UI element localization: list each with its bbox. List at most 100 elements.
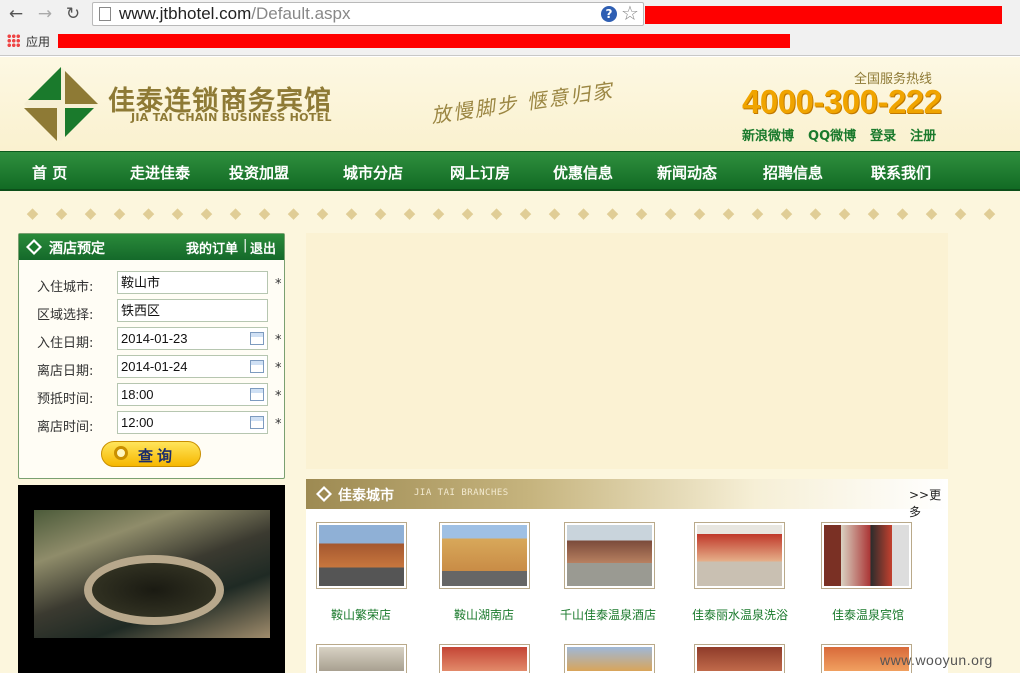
address-bar[interactable]: www.jtbhotel.com/Default.aspx	[92, 2, 644, 26]
main-nav: 首 页 走进佳泰 投资加盟 城市分店 网上订房 优惠信息 新闻动态 招聘信息 联…	[0, 151, 1020, 191]
departure-time-field[interactable]: 12:00	[117, 411, 268, 434]
login-link[interactable]: 登录	[870, 129, 896, 144]
checkin-date-field[interactable]: 2014-01-23	[117, 327, 268, 350]
branch-photo[interactable]	[439, 522, 530, 589]
band-diamond-icon: ◆	[751, 204, 764, 221]
field-label: 离店时间:	[37, 420, 94, 435]
my-orders-link[interactable]: 我的订单	[186, 238, 238, 257]
help-icon[interactable]: ?	[601, 6, 617, 22]
nav-item-jobs[interactable]: 招聘信息	[763, 162, 823, 183]
calendar-icon[interactable]	[250, 360, 264, 373]
field-value: 2014-01-24	[121, 359, 188, 374]
branch-photo[interactable]	[316, 644, 407, 673]
band-diamond-icon: ◆	[925, 204, 938, 221]
video-player[interactable]	[18, 485, 285, 673]
band-diamond-icon: ◆	[142, 204, 155, 221]
url-path: /Default.aspx	[251, 4, 351, 23]
nav-item-news[interactable]: 新闻动态	[657, 162, 717, 183]
redacted-bookmarks	[58, 34, 790, 48]
band-diamond-icon: ◆	[84, 204, 97, 221]
field-label: 入住日期:	[37, 336, 94, 351]
branch-card[interactable]: 佳泰温泉宾馆	[821, 522, 931, 623]
band-diamond-icon: ◆	[113, 204, 126, 221]
checkout-date-field[interactable]: 2014-01-24	[117, 355, 268, 378]
branch-name[interactable]: 鞍山繁荣店	[316, 606, 426, 623]
nav-item-branches[interactable]: 城市分店	[343, 162, 403, 183]
branches-section: 佳泰城市 JIA TAI BRANCHES >>更多 鞍山繁荣店 鞍山湖南店 千…	[306, 479, 948, 673]
url-host: www.jtbhotel.com	[119, 4, 252, 23]
band-diamond-icon: ◆	[229, 204, 242, 221]
form-row-district: 区域选择: 铁西区	[37, 299, 282, 323]
video-frame	[34, 510, 270, 638]
branch-name[interactable]: 佳泰丽水温泉洗浴	[692, 606, 804, 623]
logout-link[interactable]: 退出	[250, 238, 276, 257]
weibo-link[interactable]: 新浪微博	[742, 129, 794, 144]
calendar-icon[interactable]	[250, 416, 264, 429]
branch-photo[interactable]	[694, 644, 785, 673]
calendar-icon[interactable]	[250, 332, 264, 345]
branch-card[interactable]: 千山佳泰温泉酒店	[560, 522, 674, 623]
band-diamond-icon: ◆	[838, 204, 851, 221]
more-link[interactable]: >>更多	[909, 486, 948, 520]
band-diamond-icon: ◆	[374, 204, 387, 221]
band-diamond-icon: ◆	[258, 204, 271, 221]
search-icon	[114, 446, 128, 460]
logo-icon[interactable]	[24, 67, 98, 141]
reload-icon[interactable]: ↻	[63, 4, 83, 24]
band-diamond-icon: ◆	[954, 204, 967, 221]
city-select[interactable]: 鞍山市	[117, 271, 268, 294]
nav-item-home[interactable]: 首 页	[32, 162, 67, 183]
band-diamond-icon: ◆	[577, 204, 590, 221]
district-select[interactable]: 铁西区	[117, 299, 268, 322]
branch-name[interactable]: 佳泰温泉宾馆	[821, 606, 931, 623]
nav-item-about[interactable]: 走进佳泰	[130, 162, 190, 183]
branch-photo[interactable]	[564, 644, 655, 673]
nav-item-contact[interactable]: 联系我们	[871, 162, 931, 183]
brand-name-en: JIA TAI CHAIN BUSINESS HOTEL	[131, 111, 332, 124]
branch-card[interactable]: 鞍山繁荣店	[316, 522, 426, 623]
nav-item-booking[interactable]: 网上订房	[450, 162, 510, 183]
arrival-time-field[interactable]: 18:00	[117, 383, 268, 406]
nav-item-offers[interactable]: 优惠信息	[553, 162, 613, 183]
band-diamond-icon: ◆	[722, 204, 735, 221]
browser-toolbar: ← → ↻ www.jtbhotel.com/Default.aspx ? ☆ …	[0, 0, 1020, 56]
pond-image	[84, 555, 224, 625]
branch-name[interactable]: 鞍山湖南店	[439, 606, 549, 623]
band-diamond-icon: ◆	[780, 204, 793, 221]
search-button-label: 查询	[138, 447, 177, 465]
nav-item-franchise[interactable]: 投资加盟	[229, 162, 289, 183]
back-icon[interactable]: ←	[6, 4, 26, 24]
redacted-block	[645, 6, 1002, 24]
apps-label[interactable]: 应用	[26, 33, 50, 50]
branch-photo[interactable]	[564, 522, 655, 589]
band-diamond-icon: ◆	[432, 204, 445, 221]
band-diamond-icon: ◆	[490, 204, 503, 221]
branch-card[interactable]: 鞍山湖南店	[439, 522, 549, 623]
qq-weibo-link[interactable]: QQ微博	[808, 129, 856, 144]
branch-card[interactable]: 佳泰丽水温泉洗浴	[692, 522, 804, 623]
register-link[interactable]: 注册	[910, 129, 936, 144]
band-diamond-icon: ◆	[55, 204, 68, 221]
website: 佳泰连锁商务宾馆 JIA TAI CHAIN BUSINESS HOTEL 放慢…	[0, 57, 1020, 673]
band-diamond-icon: ◆	[664, 204, 677, 221]
branch-photo[interactable]	[439, 644, 530, 673]
search-button[interactable]: 查询	[101, 441, 201, 467]
branch-photo[interactable]	[316, 522, 407, 589]
booking-header: 酒店预定 我的订单 | 退出	[19, 234, 284, 260]
band-diamond-icon: ◆	[548, 204, 561, 221]
apps-icon[interactable]	[7, 34, 20, 47]
watermark: www.wooyun.org	[880, 652, 993, 668]
form-row-checkout: 离店日期: 2014-01-24 *	[37, 355, 282, 379]
band-diamond-icon: ◆	[171, 204, 184, 221]
forward-icon[interactable]: →	[35, 4, 55, 24]
branch-photo[interactable]	[694, 522, 785, 589]
field-label: 预抵时间:	[37, 392, 94, 407]
band-diamond-icon: ◆	[200, 204, 213, 221]
band-diamond-icon: ◆	[26, 204, 39, 221]
calendar-icon[interactable]	[250, 388, 264, 401]
bookmark-star-icon[interactable]: ☆	[621, 2, 639, 24]
branch-name[interactable]: 千山佳泰温泉酒店	[560, 606, 674, 623]
required-mark: *	[275, 361, 282, 376]
branch-photo[interactable]	[821, 522, 912, 589]
field-label: 入住城市:	[37, 280, 94, 295]
